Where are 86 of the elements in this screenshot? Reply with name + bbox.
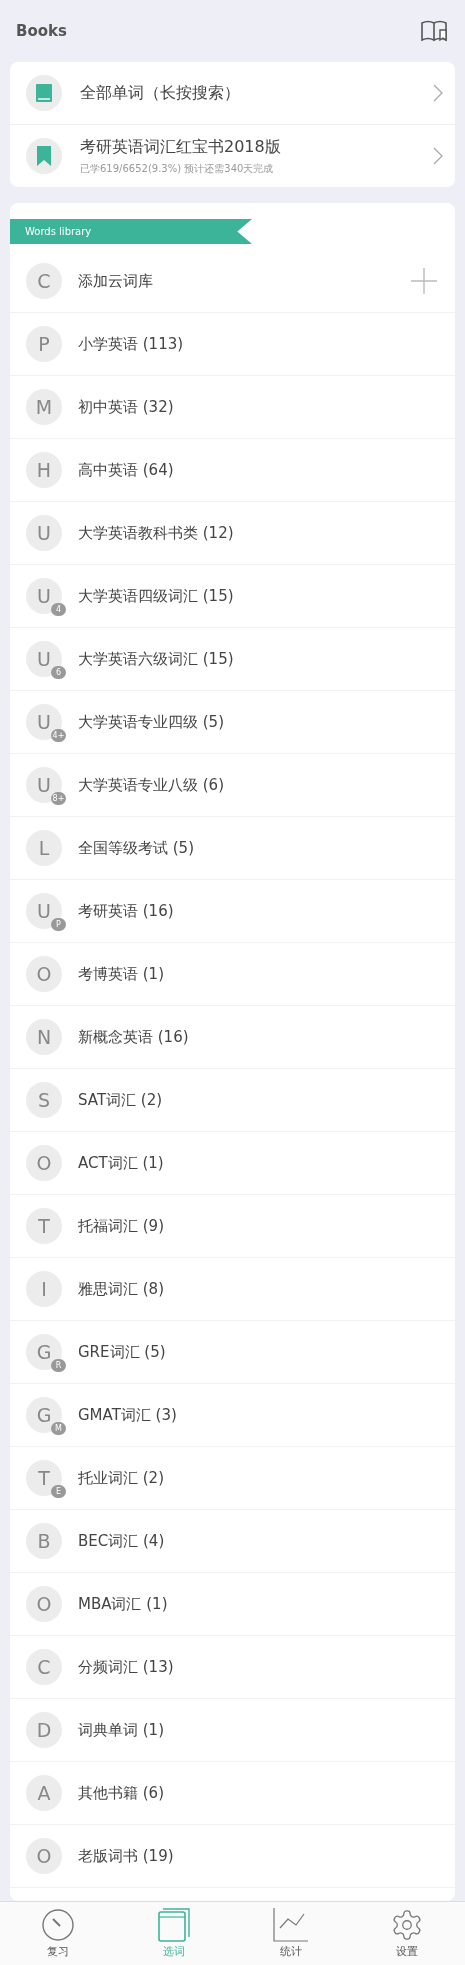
library-name: 大学英语教科书类 (12) (78, 523, 235, 543)
library-row[interactable]: O 老版词书 (19) (10, 1825, 455, 1888)
library-row[interactable]: M 初中英语 (32) (10, 376, 455, 439)
book-row[interactable]: 全部单词（长按搜索） (10, 62, 455, 125)
library-name: 雅思词汇 (8) (78, 1279, 165, 1299)
letter-avatar: C (26, 1649, 62, 1685)
library-row[interactable]: U P 考研英语 (16) (10, 880, 455, 943)
library-name: 老版词书 (19) (78, 1846, 175, 1866)
letter-avatar: M (26, 389, 62, 425)
library-name: 高中英语 (64) (78, 460, 175, 480)
level-badge: P (51, 918, 66, 931)
library-name: GRE词汇 (5) (78, 1342, 167, 1362)
level-badge: 4 (51, 603, 66, 616)
letter-avatar: C (26, 263, 62, 299)
letter-avatar: N (26, 1019, 62, 1055)
letter-avatar: I (26, 1271, 62, 1307)
library-name: 托福词汇 (9) (78, 1216, 165, 1236)
library-name: 词典单词 (1) (78, 1720, 165, 1740)
letter-avatar: O (26, 1838, 62, 1874)
library-name: 添加云词库 (78, 271, 154, 291)
library-name: 全国等级考试 (5) (78, 838, 195, 858)
level-badge: 4+ (51, 729, 66, 742)
library-name: SAT词汇 (2) (78, 1090, 164, 1110)
level-badge: 6 (51, 666, 66, 679)
library-row[interactable]: U 8+ 大学英语专业八级 (6) (10, 754, 455, 817)
library-name: 托业词汇 (2) (78, 1468, 165, 1488)
letter-avatar: B (26, 1523, 62, 1559)
library-row[interactable]: D 词典单词 (1) (10, 1699, 455, 1762)
level-badge: 8+ (51, 792, 66, 805)
book-title: 考研英语词汇红宝书2018版 (80, 136, 282, 158)
level-badge: R (51, 1359, 66, 1372)
letter-avatar: O (26, 956, 62, 992)
library-name: ACT词汇 (1) (78, 1153, 165, 1173)
library-row[interactable]: T 托福词汇 (9) (10, 1195, 455, 1258)
letter-avatar: O (26, 1586, 62, 1622)
letter-avatar: D (26, 1712, 62, 1748)
library-name: 大学英语专业八级 (6) (78, 775, 225, 795)
book-title: 全部单词（长按搜索） (80, 82, 241, 104)
nav-tab[interactable]: 统计 (232, 1902, 349, 1965)
library-row[interactable]: O ACT词汇 (1) (10, 1132, 455, 1195)
library-row[interactable]: N 新概念英语 (16) (10, 1006, 455, 1069)
letter-avatar: H (26, 452, 62, 488)
letter-avatar: P (26, 326, 62, 362)
library-name: 大学英语专业四级 (5) (78, 712, 225, 732)
library-name: 大学英语四级词汇 (15) (78, 586, 235, 606)
library-row[interactable]: U 4 大学英语四级词汇 (15) (10, 565, 455, 628)
library-name: MBA词汇 (1) (78, 1594, 169, 1614)
library-name: 新概念英语 (16) (78, 1027, 190, 1047)
library-name: GMAT词汇 (3) (78, 1405, 178, 1425)
library-row[interactable]: C 添加云词库 (10, 250, 455, 313)
nav-tab[interactable]: 设置 (348, 1902, 465, 1965)
letter-avatar: O (26, 1145, 62, 1181)
library-banner: Words library (10, 219, 252, 244)
library-row[interactable]: H 高中英语 (64) (10, 439, 455, 502)
library-row[interactable]: C 分频词汇 (13) (10, 1636, 455, 1699)
page-title: Books (16, 22, 67, 40)
library-row[interactable]: U 大学英语教科书类 (12) (10, 502, 455, 565)
library-name: 其他书籍 (6) (78, 1783, 165, 1803)
library-row[interactable]: S SAT词汇 (2) (10, 1069, 455, 1132)
nav-tab[interactable]: 复习 (0, 1902, 117, 1965)
library-name: 分频词汇 (13) (78, 1657, 175, 1677)
library-row[interactable]: G R GRE词汇 (5) (10, 1321, 455, 1384)
library-row[interactable]: B BEC词汇 (4) (10, 1510, 455, 1573)
library-row[interactable]: U 6 大学英语六级词汇 (15) (10, 628, 455, 691)
library-row[interactable]: O 考博英语 (1) (10, 943, 455, 1006)
letter-avatar: T (26, 1208, 62, 1244)
letter-avatar: U (26, 515, 62, 551)
level-badge: E (51, 1485, 66, 1498)
library-row[interactable]: I 雅思词汇 (8) (10, 1258, 455, 1321)
letter-avatar: A (26, 1775, 62, 1811)
library-name: 初中英语 (32) (78, 397, 175, 417)
library-row[interactable]: T E 托业词汇 (2) (10, 1447, 455, 1510)
library-name: 考研英语 (16) (78, 901, 175, 921)
library-row[interactable]: P 小学英语 (113) (10, 313, 455, 376)
library-row[interactable]: G M GMAT词汇 (3) (10, 1384, 455, 1447)
level-badge: M (51, 1422, 66, 1435)
letter-avatar: L (26, 830, 62, 866)
library-row[interactable]: L 全国等级考试 (5) (10, 817, 455, 880)
library-row[interactable]: A 其他书籍 (6) (10, 1762, 455, 1825)
library-name: 小学英语 (113) (78, 334, 185, 354)
library-name: 大学英语六级词汇 (15) (78, 649, 235, 669)
library-name: 考博英语 (1) (78, 964, 165, 984)
library-row[interactable]: O MBA词汇 (1) (10, 1573, 455, 1636)
letter-avatar: S (26, 1082, 62, 1118)
library-name: BEC词汇 (4) (78, 1531, 166, 1551)
library-row[interactable]: U 4+ 大学英语专业四级 (5) (10, 691, 455, 754)
